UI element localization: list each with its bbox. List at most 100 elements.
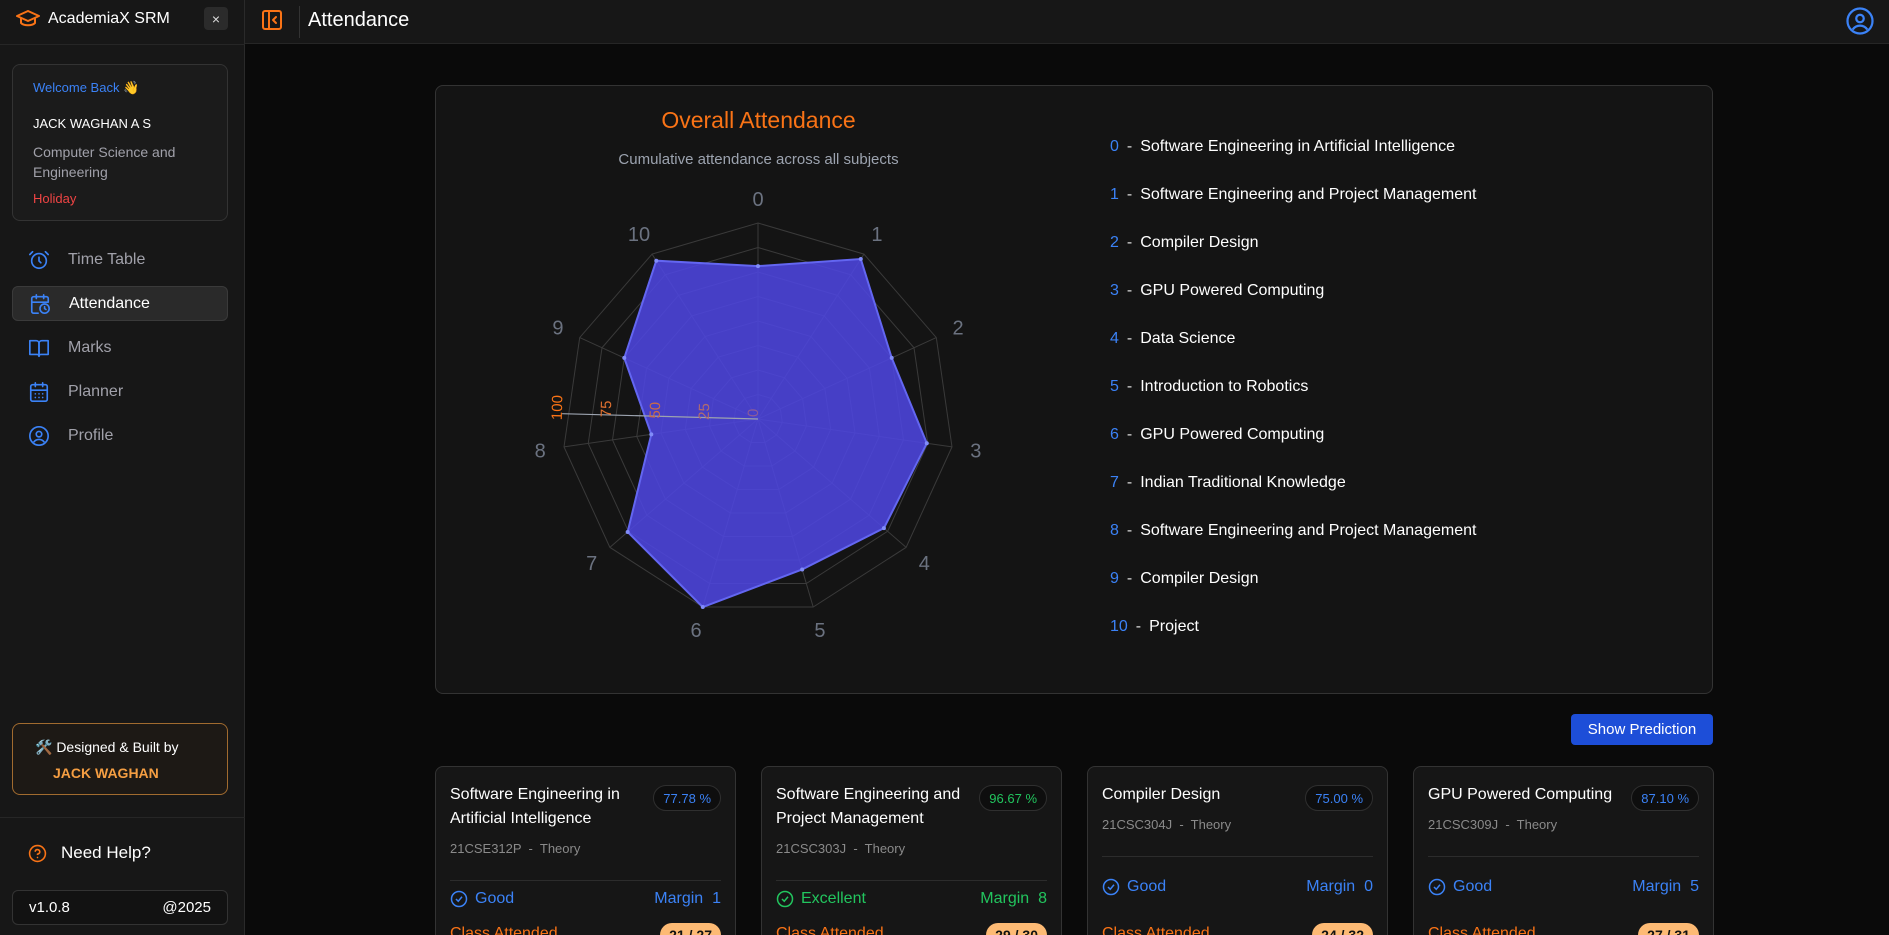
need-help-link[interactable]: Need Help?	[28, 843, 151, 863]
sidebar-divider	[0, 817, 245, 818]
status-label: Good	[1127, 878, 1167, 895]
subject-name: Software Engineering in Artificial Intel…	[450, 786, 620, 827]
subject-name: GPU Powered Computing	[1428, 786, 1613, 803]
legend-item: 1- Software Engineering and Project Manag…	[1110, 186, 1476, 206]
data-point	[889, 355, 894, 360]
user-account-icon[interactable]	[1845, 6, 1875, 36]
card-divider	[776, 880, 1047, 881]
calendar-icon	[29, 381, 49, 402]
legend-subject: Compiler Design	[1140, 570, 1259, 587]
status-label: Good	[1453, 878, 1493, 895]
brand[interactable]: AcademiaX SRM	[16, 8, 170, 30]
course-type: Theory	[1190, 817, 1232, 832]
axis-label: 9	[552, 318, 563, 340]
attendance-status: Excellent	[776, 890, 866, 908]
course-code: 21CSC303J	[776, 841, 847, 856]
user-department: Computer Science and Engineering	[33, 144, 176, 180]
course-code: 21CSE312P	[450, 841, 522, 856]
top-header: Attendance	[245, 0, 1889, 44]
radial-tick-label: 100	[549, 395, 567, 420]
legend-separator: -	[1126, 570, 1133, 587]
welcome-card: Welcome Back 👋 JACK WAGHAN A S Computer …	[12, 64, 228, 221]
legend-index: 6	[1110, 426, 1119, 443]
course-type: Theory	[539, 841, 581, 856]
subject-card: GPU Powered Computing 87.10 % 21CSC309J …	[1413, 766, 1714, 935]
attendance-margin: Margin 8	[980, 890, 1047, 908]
axis-label: 7	[586, 553, 597, 575]
day-status: Holiday	[33, 191, 77, 206]
subject-code: 21CSC309J - Theory	[1428, 817, 1558, 832]
attendance-radar-chart: 0123456789100255075100	[535, 189, 982, 642]
margin-label: Margin	[654, 890, 704, 907]
classes-attended-label: Class Attended	[1428, 925, 1536, 935]
legend-subject: GPU Powered Computing	[1140, 282, 1325, 299]
legend-item: 8- Software Engineering and Project Manag…	[1110, 522, 1476, 542]
graduation-cap-icon	[16, 10, 40, 27]
legend-item: 9- Compiler Design	[1110, 570, 1259, 590]
legend-separator: -	[1126, 474, 1133, 491]
need-help-label: Need Help?	[61, 843, 151, 862]
radial-tick-label: 50	[647, 402, 664, 419]
sidebar-item-label: Planner	[68, 382, 124, 400]
data-point	[800, 567, 805, 572]
status-label: Good	[475, 890, 515, 907]
sidebar-item-profile[interactable]: Profile	[12, 418, 228, 453]
legend-item: 5- Introduction to Robotics	[1110, 378, 1308, 398]
version-bar: v1.0.8 @2025	[12, 890, 228, 925]
sidebar-divider	[0, 44, 245, 45]
margin-value: 5	[1690, 878, 1699, 895]
legend-subject: Software Engineering and Project Managem…	[1140, 522, 1477, 539]
legend-index: 1	[1110, 186, 1119, 203]
legend-subject: Software Engineering and Project Managem…	[1140, 186, 1477, 203]
legend-index: 4	[1110, 330, 1119, 347]
header-divider	[299, 6, 300, 38]
classes-attended-count: 27 / 31	[1638, 923, 1699, 935]
legend-separator: -	[1126, 282, 1133, 299]
legend-index: 5	[1110, 378, 1119, 395]
course-code: 21CSC309J	[1428, 817, 1499, 832]
radial-tick-label: 0	[745, 408, 762, 417]
margin-value: 1	[712, 890, 721, 907]
show-prediction-button[interactable]: Show Prediction	[1571, 714, 1713, 745]
legend-subject: GPU Powered Computing	[1140, 426, 1325, 443]
data-point	[622, 355, 627, 360]
legend-item: 10- Project	[1110, 618, 1199, 638]
axis-label: 0	[752, 189, 763, 211]
welcome-greeting: Welcome Back 👋	[33, 80, 140, 95]
legend-item: 2- Compiler Design	[1110, 234, 1259, 254]
card-divider	[450, 880, 721, 881]
close-sidebar-button[interactable]: ×	[204, 7, 228, 30]
sidebar-item-label: Attendance	[69, 294, 150, 312]
check-circle-icon	[1102, 878, 1120, 896]
axis-label: 3	[970, 440, 981, 462]
legend-index: 3	[1110, 282, 1119, 299]
legend-subject: Indian Traditional Knowledge	[1140, 474, 1346, 491]
subject-code: 21CSE312P - Theory	[450, 841, 581, 856]
sidebar-toggle-icon[interactable]	[260, 8, 284, 32]
legend-index: 10	[1110, 618, 1128, 635]
sidebar-item-time-table[interactable]: Time Table	[12, 242, 228, 277]
sidebar-item-planner[interactable]: Planner	[12, 374, 228, 409]
course-type: Theory	[864, 841, 906, 856]
legend-separator: -	[1126, 138, 1133, 155]
legend-item: 6- GPU Powered Computing	[1110, 426, 1324, 446]
axis-label: 5	[814, 620, 825, 642]
subject-card: Software Engineering in Artificial Intel…	[435, 766, 736, 935]
attendance-percent-badge: 77.78 %	[653, 785, 721, 811]
sidebar-item-attendance[interactable]: Attendance	[12, 286, 228, 321]
attendance-margin: Margin 5	[1632, 878, 1699, 896]
attendance-percent-badge: 75.00 %	[1305, 785, 1373, 811]
copyright-year: @2025	[162, 899, 211, 916]
legend-subject: Compiler Design	[1140, 234, 1259, 251]
attendance-percent-badge: 96.67 %	[979, 785, 1047, 811]
user-name: JACK WAGHAN A S	[33, 116, 151, 131]
alarm-clock-icon	[29, 250, 49, 269]
legend-item: 7- Indian Traditional Knowledge	[1110, 474, 1346, 494]
legend-separator: -	[1135, 618, 1142, 635]
credits-line: 🛠️ Designed & Built by	[35, 739, 179, 755]
page-title: Attendance	[308, 9, 410, 31]
legend-subject: Software Engineering in Artificial Intel…	[1140, 138, 1456, 155]
sidebar-item-marks[interactable]: Marks	[12, 330, 228, 365]
data-point	[625, 529, 630, 534]
subject-name: Compiler Design	[1102, 786, 1221, 803]
